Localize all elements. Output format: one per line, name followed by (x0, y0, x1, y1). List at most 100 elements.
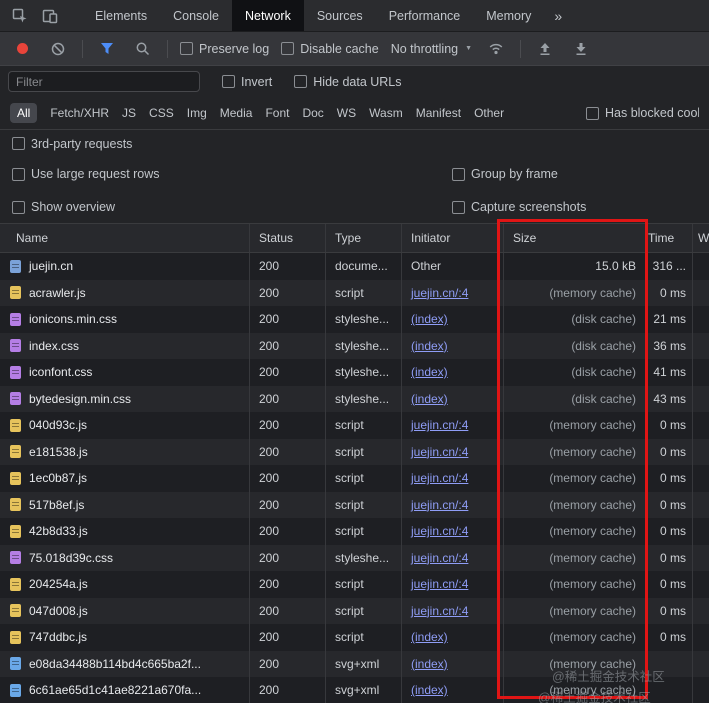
filter-pill-other[interactable]: Other (474, 103, 504, 123)
column-header-waterfall[interactable]: W (693, 224, 709, 252)
clear-button[interactable] (46, 37, 70, 61)
column-header-type[interactable]: Type (326, 224, 402, 252)
request-initiator[interactable]: (index) (411, 630, 448, 644)
throttling-value: No throttling (390, 41, 459, 56)
request-status-cell: 200 (250, 677, 326, 703)
column-header-initiator[interactable]: Initiator (402, 224, 504, 252)
invert-checkbox[interactable]: Invert (222, 75, 272, 89)
table-row[interactable]: e181538.js 200 script juejin.cn/:4 (memory c… (0, 438, 709, 465)
filter-pill-ws[interactable]: WS (337, 103, 356, 123)
request-name-cell[interactable]: 747ddbc.js (0, 624, 250, 651)
request-initiator[interactable]: juejin.cn/:4 (411, 498, 468, 512)
request-name-cell[interactable]: 42b8d33.js (0, 518, 250, 545)
request-name-cell[interactable]: 1ec0b87.js (0, 465, 250, 492)
tab-sources[interactable]: Sources (304, 0, 376, 31)
more-tabs-button[interactable]: » (544, 8, 572, 24)
column-header-name[interactable]: Name (0, 224, 250, 252)
table-row[interactable]: 42b8d33.js 200 script juejin.cn/:4 (memory c… (0, 518, 709, 545)
table-row[interactable]: 204254a.js 200 script juejin.cn/:4 (memory c… (0, 571, 709, 598)
request-initiator[interactable]: juejin.cn/:4 (411, 551, 468, 565)
request-name-cell[interactable]: 517b8ef.js (0, 491, 250, 518)
filter-pill-js[interactable]: JS (122, 103, 136, 123)
request-name-cell[interactable]: acrawler.js (0, 279, 250, 306)
request-name-cell[interactable]: e08da34488b114bd4c665ba2f... (0, 650, 250, 677)
request-name-cell[interactable]: 6c61ae65d1c41ae8221a670fa... (0, 677, 250, 703)
request-name-cell[interactable]: 040d93c.js (0, 412, 250, 439)
filter-pill-fetch-xhr[interactable]: Fetch/XHR (50, 103, 109, 123)
request-waterfall-cell (693, 280, 709, 307)
preserve-log-checkbox[interactable]: Preserve log (180, 42, 269, 56)
request-initiator[interactable]: juejin.cn/:4 (411, 286, 468, 300)
table-row[interactable]: 75.018d39c.css 200 styleshe... juejin.cn/:4… (0, 544, 709, 571)
request-initiator[interactable]: (index) (411, 392, 448, 406)
use-large-request-rows-checkbox[interactable]: Use large request rows (12, 167, 452, 181)
table-row[interactable]: 040d93c.js 200 script juejin.cn/:4 (memory c… (0, 412, 709, 439)
toolbar-divider (82, 39, 83, 58)
request-initiator[interactable]: juejin.cn/:4 (411, 471, 468, 485)
has-blocked-cookies-checkbox[interactable]: Has blocked cookies (586, 106, 699, 120)
tab-console[interactable]: Console (160, 0, 232, 31)
tab-elements[interactable]: Elements (82, 0, 160, 31)
request-name-cell[interactable]: e181538.js (0, 438, 250, 465)
request-name-cell[interactable]: ionicons.min.css (0, 306, 250, 333)
checkbox-box (180, 42, 193, 55)
filter-pill-all[interactable]: All (10, 103, 38, 123)
request-initiator[interactable]: (index) (411, 339, 448, 353)
request-initiator[interactable]: (index) (411, 365, 448, 379)
filter-input[interactable] (8, 71, 200, 92)
column-header-time[interactable]: Time (646, 224, 693, 252)
request-name-cell[interactable]: bytedesign.min.css (0, 385, 250, 412)
group-by-frame-checkbox[interactable]: Group by frame (452, 167, 697, 181)
table-row[interactable]: acrawler.js 200 script juejin.cn/:4 (memory … (0, 279, 709, 307)
download-icon[interactable] (569, 37, 593, 61)
request-initiator[interactable]: juejin.cn/:4 (411, 577, 468, 591)
show-overview-checkbox[interactable]: Show overview (12, 200, 452, 214)
request-initiator[interactable]: (index) (411, 312, 448, 326)
table-row[interactable]: ionicons.min.css 200 styleshe... (index) (di… (0, 306, 709, 333)
request-initiator[interactable]: (index) (411, 657, 448, 671)
search-icon[interactable] (131, 37, 155, 61)
request-initiator[interactable]: juejin.cn/:4 (411, 418, 468, 432)
column-header-status[interactable]: Status (250, 224, 326, 252)
table-row[interactable]: juejin.cn 200 docume... Other 15.0 kB 316 ... (0, 253, 709, 280)
request-name-cell[interactable]: juejin.cn (0, 253, 250, 280)
column-header-size[interactable]: Size (504, 224, 646, 252)
tab-network[interactable]: Network (231, 0, 304, 31)
table-row[interactable]: 517b8ef.js 200 script juejin.cn/:4 (memory c… (0, 491, 709, 518)
table-row[interactable]: 747ddbc.js 200 script (index) (memory cache)… (0, 624, 709, 651)
request-initiator[interactable]: juejin.cn/:4 (411, 604, 468, 618)
filter-pill-font[interactable]: Font (265, 103, 289, 123)
table-row[interactable]: bytedesign.min.css 200 styleshe... (index) (… (0, 385, 709, 412)
filter-pill-img[interactable]: Img (187, 103, 207, 123)
third-party-requests-checkbox[interactable]: 3rd-party requests (12, 137, 132, 151)
table-row[interactable]: index.css 200 styleshe... (index) (disk cach… (0, 332, 709, 359)
request-name-cell[interactable]: index.css (0, 332, 250, 359)
record-button[interactable] (10, 37, 34, 61)
network-conditions-icon[interactable] (484, 37, 508, 61)
request-name-cell[interactable]: 204254a.js (0, 571, 250, 598)
request-name-cell[interactable]: 047d008.js (0, 597, 250, 624)
tab-performance[interactable]: Performance (376, 0, 474, 31)
table-row[interactable]: 047d008.js 200 script juejin.cn/:4 (memory c… (0, 597, 709, 624)
filter-pill-doc[interactable]: Doc (302, 103, 323, 123)
filter-pill-manifest[interactable]: Manifest (416, 103, 461, 123)
filter-pill-media[interactable]: Media (220, 103, 253, 123)
request-name-cell[interactable]: iconfont.css (0, 359, 250, 386)
hide-data-urls-checkbox[interactable]: Hide data URLs (294, 75, 402, 89)
upload-icon[interactable] (533, 37, 557, 61)
request-name-cell[interactable]: 75.018d39c.css (0, 544, 250, 571)
filter-pill-wasm[interactable]: Wasm (369, 103, 403, 123)
table-row[interactable]: 1ec0b87.js 200 script juejin.cn/:4 (memory c… (0, 465, 709, 492)
filter-toggle-icon[interactable] (95, 37, 119, 61)
device-toolbar-icon[interactable] (38, 4, 62, 28)
inspect-element-icon[interactable] (8, 4, 32, 28)
disable-cache-checkbox[interactable]: Disable cache (281, 42, 379, 56)
capture-screenshots-checkbox[interactable]: Capture screenshots (452, 200, 697, 214)
request-initiator[interactable]: juejin.cn/:4 (411, 445, 468, 459)
table-row[interactable]: iconfont.css 200 styleshe... (index) (disk c… (0, 359, 709, 386)
request-initiator[interactable]: (index) (411, 683, 448, 697)
filter-pill-css[interactable]: CSS (149, 103, 174, 123)
throttling-select[interactable]: No throttling ▼ (391, 42, 472, 56)
request-initiator[interactable]: juejin.cn/:4 (411, 524, 468, 538)
tab-memory[interactable]: Memory (473, 0, 544, 31)
